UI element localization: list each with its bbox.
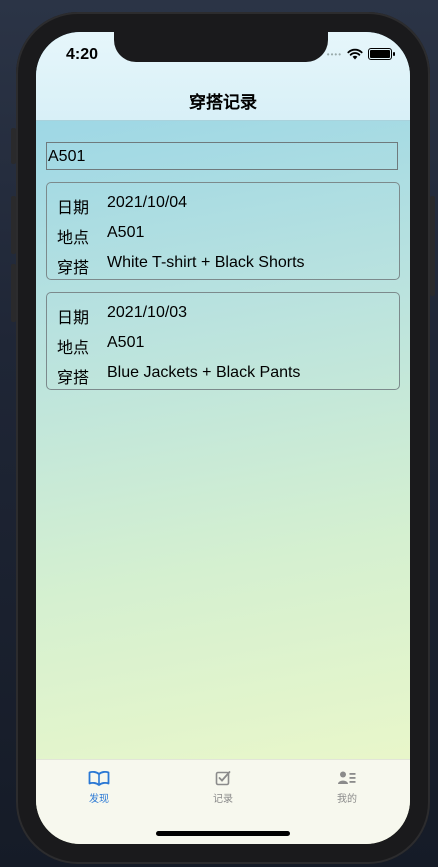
outfit-label: 穿搭: [57, 370, 90, 387]
mute-switch: [11, 128, 16, 164]
outfit-label: 穿搭: [57, 260, 90, 277]
screen: 穿搭记录 4:20 •••• A501 日期 2021/10/04 地点 A50…: [36, 32, 410, 844]
home-indicator: [156, 831, 290, 836]
record-outfit-row: 穿搭 Blue Jackets + Black Pants: [57, 364, 300, 388]
record-card[interactable]: 日期 2021/10/04 地点 A501 穿搭 White T-shirt +…: [46, 182, 400, 280]
signal-icon: ••••: [326, 49, 342, 59]
date-label: 日期: [57, 310, 90, 327]
record-place-row: 地点 A501: [57, 334, 144, 358]
date-value: 2021/10/03: [107, 304, 188, 321]
checkbox-icon: [215, 771, 231, 786]
tab-label: 记录: [213, 794, 233, 805]
place-value: A501: [107, 334, 145, 351]
volume-down-button: [11, 264, 16, 322]
outfit-value: White T-shirt + Black Shorts: [107, 254, 305, 271]
notch: [114, 32, 328, 62]
tab-label: 发现: [89, 794, 109, 805]
tab-label: 我的: [337, 794, 357, 805]
volume-up-button: [11, 196, 16, 254]
battery-icon: [368, 48, 395, 60]
search-input[interactable]: A501: [46, 142, 398, 170]
wifi-icon: [347, 48, 363, 60]
date-value: 2021/10/04: [107, 194, 188, 211]
place-value: A501: [107, 224, 145, 241]
status-time: 4:20: [66, 46, 99, 63]
record-outfit-row: 穿搭 White T-shirt + Black Shorts: [57, 254, 305, 278]
place-label: 地点: [57, 230, 90, 247]
tab-discover[interactable]: 发现: [54, 770, 144, 805]
tab-mine[interactable]: 我的: [302, 770, 392, 805]
date-label: 日期: [57, 200, 90, 217]
book-icon: [88, 770, 110, 786]
outfit-value: Blue Jackets + Black Pants: [107, 364, 301, 381]
record-card[interactable]: 日期 2021/10/03 地点 A501 穿搭 Blue Jackets + …: [46, 292, 400, 390]
profile-icon: [338, 771, 356, 784]
page-title: 穿搭记录: [189, 93, 257, 112]
tab-record[interactable]: 记录: [178, 770, 268, 805]
status-bar: 4:20 ••••: [36, 32, 410, 78]
tab-bar: 发现 记录 我的: [36, 759, 410, 844]
place-label: 地点: [57, 340, 90, 357]
record-place-row: 地点 A501: [57, 224, 144, 248]
record-date-row: 日期 2021/10/04: [57, 194, 187, 218]
status-icons: ••••: [326, 48, 395, 60]
record-date-row: 日期 2021/10/03: [57, 304, 187, 328]
power-button: [430, 196, 435, 296]
